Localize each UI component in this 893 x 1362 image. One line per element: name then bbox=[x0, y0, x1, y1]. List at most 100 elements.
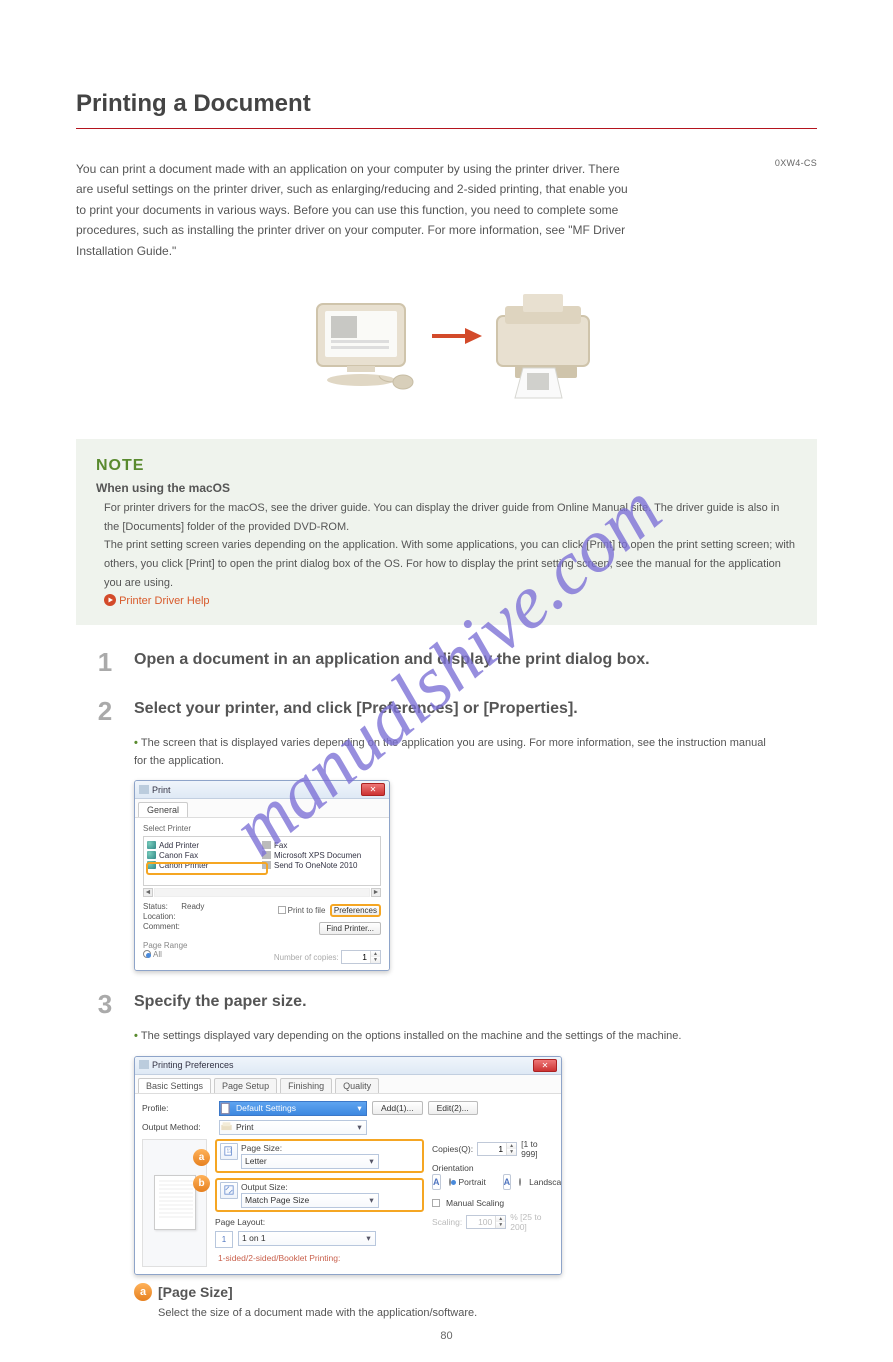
list-item[interactable]: Canon Fax bbox=[147, 850, 262, 860]
page-layout-label: Page Layout: bbox=[215, 1217, 424, 1227]
note-box: NOTE When using the macOS For printer dr… bbox=[76, 439, 817, 625]
manual-scaling-checkbox[interactable] bbox=[432, 1199, 440, 1207]
output-method-value: Print bbox=[233, 1122, 353, 1132]
tab-quality[interactable]: Quality bbox=[335, 1078, 379, 1093]
add-printer-icon bbox=[147, 841, 156, 849]
list-item[interactable]: Send To OneNote 2010 bbox=[262, 860, 377, 870]
edit-button[interactable]: Edit(2)... bbox=[428, 1101, 478, 1115]
fax-icon bbox=[262, 841, 271, 849]
copies-input[interactable] bbox=[342, 951, 370, 963]
note-body-text-1: For printer drivers for the macOS, see t… bbox=[104, 502, 779, 533]
output-method-select[interactable]: Print ▾ bbox=[219, 1120, 367, 1135]
preview-page-icon bbox=[154, 1175, 196, 1230]
print-dialog-title: Print bbox=[152, 785, 171, 795]
note-body: For printer drivers for the macOS, see t… bbox=[96, 499, 797, 611]
list-item[interactable]: Microsoft XPS Documen bbox=[262, 850, 377, 860]
copies-hint: [1 to 999] bbox=[521, 1139, 554, 1159]
comment-label: Comment: bbox=[143, 922, 204, 931]
note-subheading: When using the macOS bbox=[96, 481, 797, 495]
output-size-select[interactable]: Match Page Size ▾ bbox=[241, 1193, 379, 1208]
profile-value: Default Settings bbox=[233, 1103, 353, 1113]
step-3-body: •The settings displayed vary depending o… bbox=[134, 1028, 774, 1046]
step-2-body: •The screen that is displayed varies dep… bbox=[134, 735, 774, 770]
step-1: 1 Open a document in an application and … bbox=[76, 647, 817, 678]
annotation-a-row: a [Page Size] bbox=[134, 1283, 817, 1301]
chevron-down-icon: ▾ bbox=[362, 1233, 375, 1244]
step-1-title: Open a document in an application and di… bbox=[134, 647, 650, 669]
list-item[interactable]: Fax bbox=[262, 840, 377, 850]
chevron-down-icon: ▾ bbox=[353, 1103, 366, 1114]
landscape-icon: A bbox=[503, 1174, 512, 1190]
step-3-number: 3 bbox=[76, 989, 134, 1020]
printer-scrollbar[interactable]: ◄► bbox=[143, 888, 381, 897]
tab-basic-settings[interactable]: Basic Settings bbox=[138, 1078, 211, 1093]
print-to-file-label: Print to file bbox=[288, 906, 326, 915]
note-heading: NOTE bbox=[96, 457, 797, 475]
preferences-tabs: Basic Settings Page Setup Finishing Qual… bbox=[135, 1075, 561, 1094]
step-2: 2 Select your printer, and click [Prefer… bbox=[76, 696, 817, 727]
page-range-all-radio[interactable] bbox=[143, 950, 151, 958]
scaling-input bbox=[467, 1216, 495, 1228]
print-dialog-window: Print ✕ General Select Printer Add Print… bbox=[134, 780, 390, 971]
tab-finishing[interactable]: Finishing bbox=[280, 1078, 332, 1093]
output-method-label: Output Method: bbox=[142, 1122, 214, 1132]
note-body-text-2: The print setting screen varies dependin… bbox=[104, 539, 795, 588]
copies-input[interactable] bbox=[478, 1143, 506, 1155]
close-icon[interactable]: ✕ bbox=[361, 783, 385, 796]
scaling-hint: % [25 to 200] bbox=[510, 1212, 554, 1232]
profile-icon bbox=[220, 1102, 233, 1115]
portrait-label: Portrait bbox=[459, 1177, 486, 1187]
tab-general[interactable]: General bbox=[138, 802, 188, 817]
scaling-spinner: ▲▼ bbox=[466, 1215, 506, 1229]
orientation-label: Orientation bbox=[432, 1163, 554, 1173]
preferences-dialog-window: Printing Preferences ✕ Basic Settings Pa… bbox=[134, 1056, 562, 1275]
portrait-icon: A bbox=[432, 1174, 441, 1190]
status-value: Ready bbox=[181, 902, 204, 911]
step-3: 3 Specify the paper size. bbox=[76, 989, 817, 1020]
copies-spinner[interactable]: ▲▼ bbox=[341, 950, 381, 964]
preferences-button[interactable]: Preferences bbox=[330, 904, 381, 917]
chevron-down-icon: ▾ bbox=[365, 1195, 378, 1206]
step-2-body-text: The screen that is displayed varies depe… bbox=[134, 737, 766, 767]
printer-list: Add Printer Canon Fax Canon Printer Fax … bbox=[143, 836, 381, 886]
copies-spinner[interactable]: ▲▼ bbox=[477, 1142, 517, 1156]
callout-a-icon: a bbox=[193, 1149, 210, 1166]
add-button[interactable]: Add(1)... bbox=[372, 1101, 423, 1115]
help-link[interactable]: Printer Driver Help bbox=[119, 595, 209, 607]
page-size-select[interactable]: Letter ▾ bbox=[241, 1154, 379, 1169]
chevron-down-icon: ▾ bbox=[365, 1156, 378, 1167]
page-size-icon: 12 bbox=[220, 1143, 238, 1160]
step-2-title: Select your printer, and click [Preferen… bbox=[134, 696, 578, 718]
preferences-dialog-screenshot: Printing Preferences ✕ Basic Settings Pa… bbox=[134, 1056, 817, 1275]
output-size-value: Match Page Size bbox=[242, 1195, 365, 1205]
landscape-label: Landscape bbox=[529, 1177, 562, 1187]
print-illustration bbox=[76, 276, 817, 419]
tab-page-setup[interactable]: Page Setup bbox=[214, 1078, 277, 1093]
annotation-a-desc: Select the size of a document made with … bbox=[158, 1305, 817, 1323]
select-printer-label: Select Printer bbox=[143, 824, 381, 833]
page-layout-icon: 1 bbox=[215, 1231, 233, 1248]
close-icon[interactable]: ✕ bbox=[533, 1059, 557, 1072]
scaling-label: Scaling: bbox=[432, 1217, 462, 1227]
play-icon bbox=[104, 594, 116, 606]
doc-code: 0XW4-CS bbox=[775, 158, 817, 168]
annotation-a-icon: a bbox=[134, 1283, 152, 1301]
step-3-title: Specify the paper size. bbox=[134, 989, 307, 1011]
print-to-file-checkbox[interactable] bbox=[278, 906, 286, 914]
profile-label: Profile: bbox=[142, 1103, 214, 1113]
portrait-radio[interactable] bbox=[449, 1178, 451, 1186]
list-item[interactable]: Canon Printer bbox=[147, 860, 262, 870]
landscape-radio[interactable] bbox=[519, 1178, 521, 1186]
page-layout-select[interactable]: 1 on 1 ▾ bbox=[238, 1231, 376, 1246]
chevron-down-icon: ▾ bbox=[353, 1122, 366, 1133]
profile-select[interactable]: Default Settings ▾ bbox=[219, 1101, 367, 1116]
preferences-window-icon bbox=[139, 1060, 149, 1069]
page-title: Printing a Document bbox=[76, 90, 817, 118]
page-size-highlight: 12 Page Size: Letter ▾ bbox=[215, 1139, 424, 1173]
find-printer-button[interactable]: Find Printer... bbox=[319, 922, 381, 935]
list-item[interactable]: Add Printer bbox=[147, 840, 262, 850]
page-range-all-label: All bbox=[153, 950, 162, 959]
page-size-label: Page Size: bbox=[241, 1143, 379, 1153]
preferences-titlebar: Printing Preferences ✕ bbox=[135, 1057, 561, 1075]
page-range-label: Page Range bbox=[143, 941, 381, 950]
